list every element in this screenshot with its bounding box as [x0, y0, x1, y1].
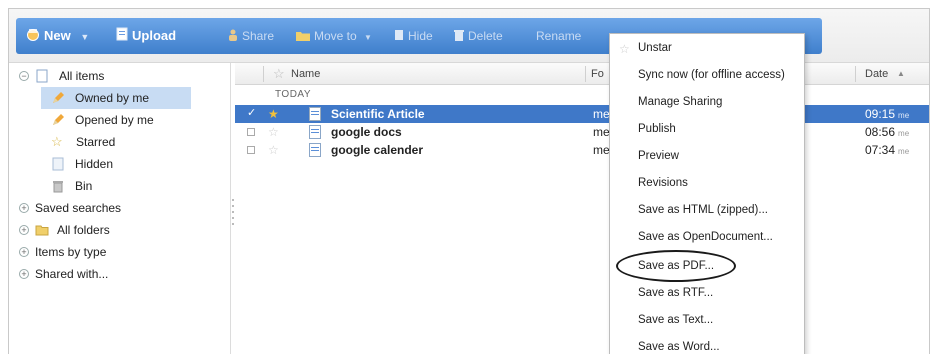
share-icon — [228, 19, 238, 55]
row-checkbox[interactable] — [247, 146, 255, 154]
hide-button[interactable]: Hide — [394, 18, 433, 54]
column-header-name[interactable]: Name — [291, 63, 320, 85]
chevron-down-icon: ▼ — [80, 32, 90, 42]
row-name[interactable]: google calender — [331, 141, 423, 159]
menu-item-save-as-rtf[interactable]: Save as RTF... — [638, 283, 713, 303]
expand-icon[interactable]: + — [19, 225, 29, 235]
delete-label: Delete — [468, 29, 503, 43]
pencil-icon — [53, 92, 64, 103]
hidden-doc-icon — [52, 157, 64, 171]
sidebar-item-label: Saved searches — [35, 201, 122, 215]
menu-item-save-as-word[interactable]: Save as Word... — [638, 337, 720, 354]
list-header: ☆ Name Fo Date ▲ — [235, 63, 929, 85]
new-button[interactable]: New ▼ — [26, 18, 89, 54]
context-menu: ☆ Unstar Sync now (for offline access) M… — [609, 33, 805, 354]
docs-window: New ▼ Upload Share Move to ▼ Hide Delete… — [8, 8, 930, 354]
row-folder: me — [593, 143, 610, 157]
sidebar-item-label: Bin — [75, 179, 93, 193]
menu-item-save-as-pdf[interactable]: Save as PDF... — [638, 256, 714, 276]
expand-icon[interactable]: + — [19, 203, 29, 213]
menu-item-save-as-text[interactable]: Save as Text... — [638, 310, 713, 330]
table-row[interactable]: ☆ google docs me 08:56 me — [235, 123, 929, 141]
rename-button[interactable]: Rename — [536, 18, 581, 54]
sort-ascending-icon: ▲ — [897, 69, 905, 78]
menu-item-sync-now[interactable]: Sync now (for offline access) — [638, 65, 785, 85]
sidebar-item-starred[interactable]: ☆ Starred — [9, 131, 231, 153]
upload-label: Upload — [132, 28, 177, 43]
file-list: ☆ Name Fo Date ▲ TODAY ✓ ★ Scientific Ar… — [235, 63, 929, 354]
upload-icon — [116, 19, 128, 55]
row-date: 08:56 me — [865, 125, 910, 139]
group-label-today: TODAY — [275, 89, 312, 100]
row-checkbox[interactable] — [247, 128, 255, 136]
new-label: New — [44, 28, 71, 43]
menu-item-save-as-html[interactable]: Save as HTML (zipped)... — [638, 200, 768, 220]
pencil-icon — [53, 114, 64, 125]
share-button[interactable]: Share — [228, 18, 274, 54]
sidebar-item-bin[interactable]: Bin — [9, 175, 231, 197]
sidebar-item-label: Items by type — [35, 245, 107, 259]
menu-item-manage-sharing[interactable]: Manage Sharing — [638, 92, 722, 112]
upload-button[interactable]: Upload — [116, 18, 176, 54]
collapse-icon[interactable]: − — [19, 71, 29, 81]
table-row[interactable]: ✓ ★ Scientific Article me 09:15 me — [235, 105, 929, 123]
column-header-folder[interactable]: Fo — [591, 63, 604, 85]
expand-icon[interactable]: + — [19, 269, 29, 279]
sidebar-item-opened-by-me[interactable]: Opened by me — [9, 109, 231, 131]
star-icon[interactable]: ☆ — [268, 141, 279, 159]
move-to-label: Move to — [314, 29, 357, 43]
sidebar-item-items-by-type[interactable]: + Items by type — [9, 241, 231, 263]
sidebar-item-saved-searches[interactable]: + Saved searches — [9, 197, 231, 219]
trash-icon — [53, 181, 63, 193]
star-icon[interactable]: ☆ — [268, 123, 279, 141]
menu-item-unstar[interactable]: Unstar — [638, 38, 672, 58]
sidebar-item-label: Shared with... — [35, 267, 109, 281]
star-icon[interactable]: ★ — [268, 105, 279, 123]
row-name[interactable]: Scientific Article — [331, 105, 425, 123]
row-date: 07:34 me — [865, 143, 910, 157]
expand-icon[interactable]: + — [19, 247, 29, 257]
rename-label: Rename — [536, 29, 582, 43]
sidebar-item-shared-with[interactable]: + Shared with... — [9, 263, 231, 285]
hide-label: Hide — [408, 29, 433, 43]
sidebar: − All items Owned by me Opened by me ☆ S… — [9, 63, 231, 354]
document-icon — [309, 107, 321, 121]
move-to-button[interactable]: Move to ▼ — [296, 18, 372, 54]
sidebar-item-all-folders[interactable]: + All folders — [9, 219, 231, 241]
column-header-date[interactable]: Date — [865, 63, 888, 85]
sidebar-item-label: Owned by me — [75, 91, 150, 105]
menu-item-revisions[interactable]: Revisions — [638, 173, 688, 193]
row-name[interactable]: google docs — [331, 123, 402, 141]
document-icon — [36, 69, 48, 83]
hide-icon — [394, 19, 404, 55]
menu-item-preview[interactable]: Preview — [638, 146, 679, 166]
star-icon: ☆ — [51, 134, 63, 149]
sidebar-item-label: Hidden — [75, 157, 114, 171]
sidebar-item-label: Opened by me — [75, 113, 154, 127]
table-row[interactable]: ☆ google calender me 07:34 me — [235, 141, 929, 159]
folder-icon — [35, 225, 49, 236]
sidebar-item-label: Starred — [76, 135, 116, 149]
sidebar-item-label: All folders — [57, 223, 110, 237]
folder-icon — [296, 19, 310, 55]
delete-button[interactable]: Delete — [454, 18, 503, 54]
document-icon — [309, 143, 321, 157]
sidebar-item-owned-by-me[interactable]: Owned by me — [9, 87, 231, 109]
trash-icon — [454, 19, 464, 55]
document-icon — [309, 125, 321, 139]
menu-item-save-as-opendocument[interactable]: Save as OpenDocument... — [638, 227, 773, 247]
sidebar-item-hidden[interactable]: Hidden — [9, 153, 231, 175]
row-checkbox[interactable]: ✓ — [247, 108, 256, 119]
star-icon: ☆ — [619, 42, 630, 56]
row-folder: me — [593, 125, 610, 139]
sidebar-item-all-items[interactable]: − All items — [9, 65, 231, 87]
star-column-icon: ☆ — [273, 66, 285, 81]
row-date: 09:15 me — [865, 107, 910, 121]
row-folder: me — [593, 107, 610, 121]
share-label: Share — [242, 29, 275, 43]
sidebar-item-label: All items — [59, 69, 105, 83]
menu-item-publish[interactable]: Publish — [638, 119, 676, 139]
new-doc-icon — [26, 19, 40, 55]
chevron-down-icon: ▼ — [364, 33, 372, 42]
